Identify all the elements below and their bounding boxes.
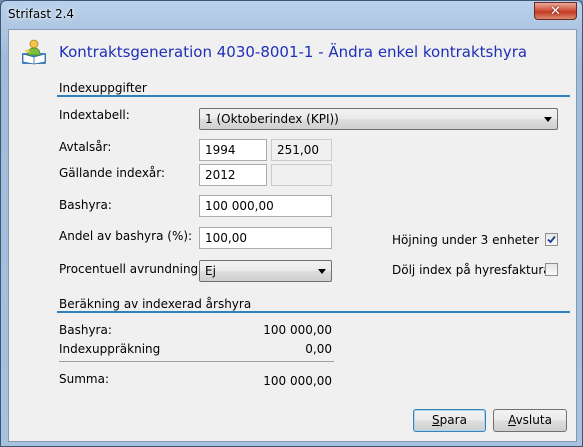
cancel-label: vsluta [515, 413, 552, 427]
avrundning-value: Ej [205, 264, 216, 278]
andel-label: Andel av bashyra (%): [59, 229, 193, 243]
dialog-heading: Kontraktsgeneration 4030-8001-1 - Ändra … [59, 43, 528, 61]
bashyra-label: Bashyra: [59, 198, 112, 212]
bashyra-input[interactable]: 100 000,00 [199, 195, 332, 217]
calc-bashyra-label: Bashyra: [59, 323, 112, 337]
gallande-indexar-label: Gällande indexår: [59, 166, 166, 180]
chevron-down-icon [544, 117, 552, 122]
summa-value: 100 000,00 [263, 374, 332, 388]
indexupprakning-label: Indexuppräkning [59, 342, 161, 356]
cancel-button[interactable]: Avsluta [493, 409, 567, 432]
save-button[interactable]: Spara [413, 409, 486, 432]
avtalsar-index-value: 251,00 [271, 139, 332, 161]
dolj-index-label: Dölj index på hyresfaktura [392, 263, 551, 277]
indexupprakning-value: 0,00 [305, 342, 332, 356]
window-title: Strifast 2.4 [8, 7, 75, 21]
index-section-divider [57, 95, 570, 97]
chevron-down-icon [318, 269, 326, 274]
checkmark-icon [547, 235, 556, 244]
reading-person-icon [22, 39, 46, 65]
avtalsar-input[interactable]: 1994 [199, 139, 267, 161]
gallande-indexar-index-value [271, 164, 332, 186]
sum-divider [59, 361, 334, 362]
indextabell-select[interactable]: 1 (Oktoberindex (KPI)) [199, 108, 558, 130]
hojning-checkbox[interactable] [545, 233, 558, 246]
save-label: para [439, 413, 467, 427]
cancel-mnemonic: A [508, 413, 516, 427]
index-section-title: Indexuppgifter [59, 81, 147, 95]
save-mnemonic: S [432, 413, 440, 427]
dialog-window: Strifast 2.4 ✕ Kontraktsgeneration 4030-… [0, 0, 583, 447]
dialog-header: Kontraktsgeneration 4030-8001-1 - Ändra … [9, 30, 576, 75]
gallande-indexar-input[interactable]: 2012 [199, 164, 267, 186]
calc-section-divider [57, 311, 570, 313]
avrundning-label: Procentuell avrundning: [59, 262, 203, 276]
dialog-content: Kontraktsgeneration 4030-8001-1 - Ändra … [8, 29, 577, 442]
indextabell-value: 1 (Oktoberindex (KPI)) [205, 112, 339, 126]
hojning-label: Höjning under 3 enheter [392, 233, 540, 247]
close-icon: ✕ [550, 3, 561, 19]
close-button[interactable]: ✕ [534, 2, 577, 20]
calc-section-title: Beräkning av indexerad årshyra [59, 297, 252, 311]
calc-bashyra-value: 100 000,00 [263, 323, 332, 337]
avtalsar-label: Avtalsår: [59, 140, 112, 154]
summa-label: Summa: [59, 372, 109, 386]
andel-input[interactable]: 100,00 [199, 227, 332, 249]
indextabell-label: Indextabell: [59, 108, 130, 122]
avrundning-select[interactable]: Ej [199, 260, 332, 282]
title-bar[interactable]: Strifast 2.4 ✕ [1, 1, 582, 28]
dolj-index-checkbox[interactable] [545, 263, 558, 276]
